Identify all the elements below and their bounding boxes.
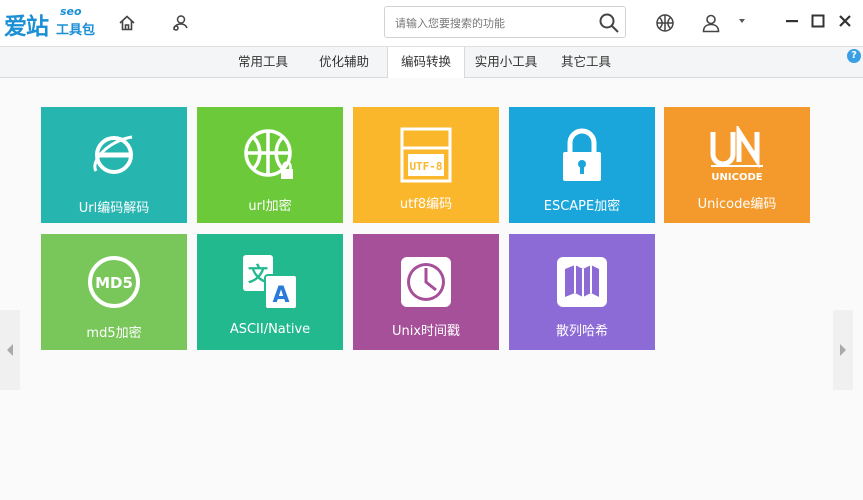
tile-label: Url编码解码 xyxy=(78,201,150,216)
home-button[interactable] xyxy=(110,6,144,40)
tile-label: 散列哈希 xyxy=(555,324,608,339)
user-settings-icon xyxy=(173,15,188,31)
search-box xyxy=(384,6,626,38)
category-tabs: 常用工具 优化辅助 编码转换 实用小工具 其它工具 xyxy=(0,47,863,78)
ie-icon xyxy=(41,119,187,191)
tile-escape[interactable]: ESCAPE加密 xyxy=(509,107,655,223)
tab-encoding[interactable]: 编码转换 xyxy=(387,47,465,78)
tile-label: md5加密 xyxy=(86,326,142,341)
search-button[interactable] xyxy=(597,11,621,35)
next-page-button[interactable] xyxy=(833,310,853,390)
clock-icon xyxy=(353,246,499,318)
tile-unicode[interactable]: UNICODE Unicode编码 xyxy=(664,107,810,223)
caret-down-icon xyxy=(739,19,745,23)
account-menu-button[interactable] xyxy=(731,10,753,32)
unicode-icon: UNICODE xyxy=(664,119,810,191)
chevron-right-icon xyxy=(840,344,846,356)
tab-utilities[interactable]: 实用小工具 xyxy=(469,47,543,77)
tile-hash[interactable]: 散列哈希 xyxy=(509,234,655,350)
maximize-button[interactable] xyxy=(807,10,829,32)
tile-url-encrypt[interactable]: url加密 xyxy=(197,107,343,223)
svg-text:A: A xyxy=(272,283,289,308)
tile-unix-timestamp[interactable]: Unix时间戳 xyxy=(353,234,499,350)
close-icon xyxy=(839,15,851,27)
tile-label: Unicode编码 xyxy=(697,197,777,212)
md5-icon-text: MD5 xyxy=(95,274,133,292)
logo-sub-text: 工具包 xyxy=(56,23,96,38)
app-logo: 爱站 seo 工具包 xyxy=(4,5,100,41)
tile-url-encode[interactable]: Url编码解码 xyxy=(41,107,187,223)
tile-label: ASCII/Native xyxy=(229,322,311,337)
utf8-icon: UTF-8 xyxy=(353,119,499,191)
padlock-icon xyxy=(509,119,655,191)
unicode-icon-text: UNICODE xyxy=(711,172,762,183)
settings-button[interactable] xyxy=(163,6,197,40)
tile-label: url加密 xyxy=(248,199,292,214)
utf8-icon-text: UTF-8 xyxy=(409,160,442,173)
tab-optimization[interactable]: 优化辅助 xyxy=(309,47,379,77)
tile-label: utf8编码 xyxy=(399,197,453,212)
help-icon[interactable]: ? xyxy=(847,49,861,63)
basketball-icon xyxy=(656,14,674,32)
minimize-button[interactable] xyxy=(781,10,803,32)
user-icon xyxy=(702,14,720,33)
tab-common-tools[interactable]: 常用工具 xyxy=(228,47,298,77)
account-button[interactable] xyxy=(694,6,728,40)
search-icon xyxy=(599,13,619,33)
tab-other-tools[interactable]: 其它工具 xyxy=(551,47,621,77)
translate-icon: 文 A xyxy=(197,246,343,318)
globe-lock-icon xyxy=(197,119,343,191)
home-icon xyxy=(119,15,135,31)
md5-icon: MD5 xyxy=(41,246,187,318)
skin-button[interactable] xyxy=(648,6,682,40)
minimize-icon xyxy=(786,20,798,23)
close-button[interactable] xyxy=(834,10,856,32)
chevron-left-icon xyxy=(7,344,13,356)
logo-seo-text: seo xyxy=(60,5,82,18)
tile-label: Unix时间戳 xyxy=(391,324,461,339)
prev-page-button[interactable] xyxy=(0,310,20,390)
tile-md5[interactable]: MD5 md5加密 xyxy=(41,234,187,350)
search-input[interactable] xyxy=(393,13,597,33)
tile-label: ESCAPE加密 xyxy=(543,199,621,214)
map-icon xyxy=(509,246,655,318)
logo-main-text: 爱站 xyxy=(4,13,49,40)
tile-utf8[interactable]: UTF-8 utf8编码 xyxy=(353,107,499,223)
maximize-icon xyxy=(811,14,825,28)
top-bar: 爱站 seo 工具包 xyxy=(0,0,863,47)
tile-ascii-native[interactable]: 文 A ASCII/Native xyxy=(197,234,343,350)
